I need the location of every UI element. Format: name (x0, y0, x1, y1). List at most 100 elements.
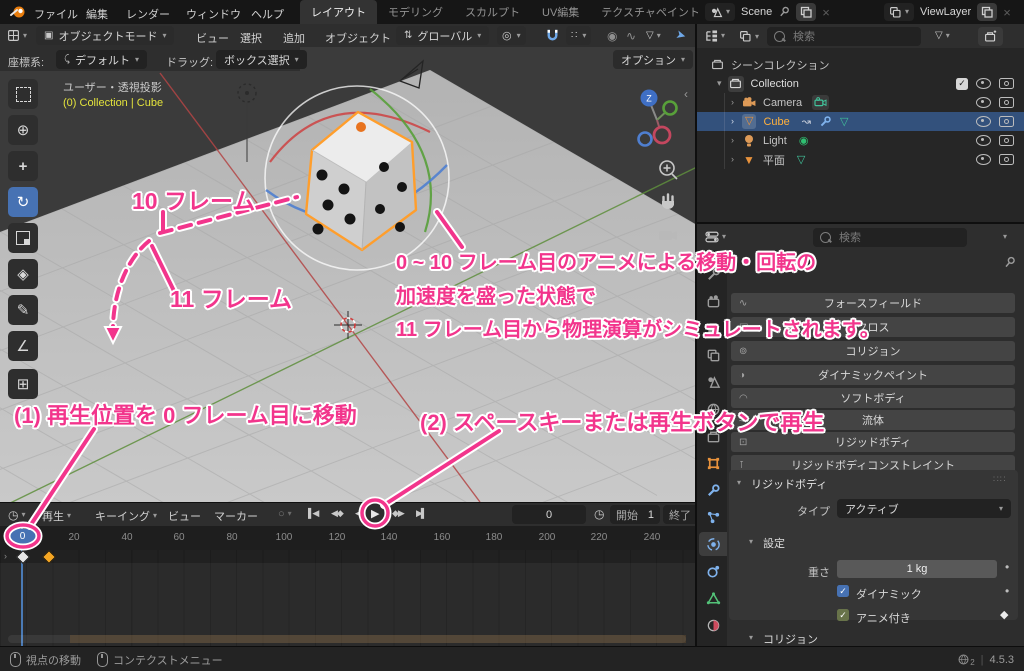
prev-keyframe-button[interactable]: ◀◆ (331, 508, 343, 519)
menu-help[interactable]: ヘルプ (251, 6, 284, 22)
region-collapse-icon[interactable]: ‹ (684, 87, 688, 101)
menu-select[interactable]: 選択 (240, 30, 262, 46)
tool-cursor[interactable]: ⊕ (8, 115, 38, 145)
current-frame-field[interactable]: 0 (512, 505, 586, 524)
chevron-down-icon[interactable]: ▾ (1003, 233, 1007, 241)
scene-selector[interactable]: ▾ Scene × (705, 2, 830, 22)
tool-scale[interactable] (8, 223, 38, 253)
copy-icon[interactable] (800, 6, 812, 18)
section-collapse-icon[interactable]: ▾ (749, 538, 753, 546)
render-visibility-icon[interactable] (999, 154, 1014, 165)
menu-keying[interactable]: キーイング▾ (95, 508, 157, 524)
menu-view-timeline[interactable]: ビュー (168, 508, 201, 524)
properties-tab-viewlayer[interactable] (699, 343, 727, 367)
channel-expand-icon[interactable]: › (4, 551, 7, 561)
mesh-data-icon[interactable]: ▽ (797, 153, 805, 166)
timeline-tracks[interactable] (0, 550, 697, 647)
properties-tab-scene[interactable] (699, 370, 727, 394)
playhead-line[interactable] (21, 527, 23, 647)
new-collection-button[interactable] (978, 27, 1003, 46)
workspace-tab-layout[interactable]: レイアウト (300, 0, 377, 24)
menu-window[interactable]: ウィンドウ (186, 6, 241, 22)
dynamic-checkbox[interactable]: ✓ (837, 585, 849, 597)
tool-add-cube[interactable]: ⊞ (8, 369, 38, 399)
menu-add[interactable]: 追加 (283, 30, 305, 46)
stopwatch-icon[interactable]: ◷ (594, 507, 604, 521)
panel-collapse-icon[interactable]: ▾ (749, 634, 753, 642)
animated-checkbox[interactable]: ✓ (837, 609, 849, 621)
next-keyframe-button[interactable]: ◆▶ (392, 508, 404, 519)
scene-name[interactable]: Scene (741, 6, 772, 18)
jump-to-end-button[interactable]: ▶▌ (416, 508, 425, 519)
pin-icon[interactable] (776, 4, 793, 21)
outliner-row-plane[interactable]: › ▼ 平面 ▽ (697, 150, 1024, 169)
workspace-tab-texpaint[interactable]: テクスチャペイント (590, 0, 698, 24)
play-reverse-button[interactable]: ◀ (355, 508, 362, 519)
dynamic-paint-button[interactable]: ◑ダイナミックペイント (731, 365, 1015, 385)
properties-tab-constraints[interactable] (699, 559, 727, 583)
outliner-row-cube[interactable]: › ▽ Cube ↝ ▽ (697, 112, 1024, 131)
properties-tab-object[interactable] (699, 451, 727, 475)
outliner-row-scene-collection[interactable]: シーンコレクション (697, 55, 1024, 74)
properties-tab-physics[interactable] (699, 532, 727, 556)
rigid-body-panel-title[interactable]: リジッドボディ (751, 476, 827, 492)
close-icon[interactable]: × (822, 5, 830, 20)
exclude-checkbox[interactable]: ✓ (956, 78, 968, 90)
transform-orientation[interactable]: ⇅ グローバル▾ (396, 26, 489, 45)
eye-icon[interactable] (976, 116, 991, 127)
collapse-arrow-icon[interactable]: › (731, 117, 734, 126)
outliner-row-light[interactable]: › Light ◉ (697, 131, 1024, 150)
animation-data-icon[interactable]: ↝ (802, 115, 811, 128)
editor-divider-horizontal[interactable] (697, 222, 1024, 224)
editor-type-button[interactable]: ▾ (7, 29, 27, 42)
keyframe-diamond-icon[interactable]: ◆ (1000, 608, 1008, 621)
drag-dropdown[interactable]: ボックス選択▾ (216, 50, 307, 69)
mass-field[interactable]: 1 kg (837, 560, 997, 578)
pin-icon[interactable] (1000, 253, 1018, 271)
timeline-summary-row[interactable] (0, 550, 697, 563)
menu-edit[interactable]: 編集 (86, 6, 108, 22)
outliner-filter-button[interactable]: ▽▾ (935, 30, 950, 41)
properties-tab-modifiers[interactable] (699, 478, 727, 502)
properties-tab-particles[interactable] (699, 505, 727, 529)
tool-annotate[interactable]: ✎ (8, 295, 38, 325)
expand-arrow-icon[interactable]: ▾ (717, 79, 722, 88)
menu-file[interactable]: ファイル (34, 6, 78, 22)
falloff-curve-icon[interactable]: ∿ (626, 29, 636, 43)
properties-search-input[interactable] (837, 231, 951, 245)
workspace-tab-modeling[interactable]: モデリング (377, 0, 454, 24)
collapse-arrow-icon[interactable]: › (731, 136, 734, 145)
outliner-row-collection[interactable]: ▾ Collection ✓ (697, 74, 1024, 93)
eye-icon[interactable] (976, 135, 991, 146)
play-button[interactable]: ▶ (371, 507, 379, 520)
tool-measure[interactable]: ∠ (8, 331, 38, 361)
proportional-falloff-icon[interactable]: ◉ (607, 29, 617, 43)
render-visibility-icon[interactable] (999, 116, 1014, 127)
animate-dot-icon[interactable]: • (1005, 584, 1009, 598)
active-tool-cursor-icon[interactable]: ➤ (674, 27, 687, 43)
eye-icon[interactable] (976, 97, 991, 108)
collision-panel-title[interactable]: コリジョン (763, 631, 818, 647)
menu-render[interactable]: レンダー (126, 6, 170, 22)
modifier-wrench-icon[interactable] (819, 115, 832, 128)
collision-button[interactable]: ⊚コリジョン (731, 341, 1015, 361)
outliner-search-input[interactable] (791, 30, 905, 44)
close-icon[interactable]: × (1003, 5, 1011, 20)
viewlayer-selector[interactable]: ▾ ViewLayer × (884, 2, 1011, 22)
settings-section-title[interactable]: 設定 (763, 535, 785, 551)
mode-selector[interactable]: ▣ オブジェクトモード▾ (36, 26, 174, 45)
copy-icon[interactable] (981, 6, 993, 18)
menu-marker[interactable]: マーカー (214, 508, 258, 524)
outliner-display-mode-button[interactable]: ▾ (739, 30, 759, 43)
workspace-tab-sculpting[interactable]: スカルプト (454, 0, 531, 24)
current-frame-indicator[interactable]: 0 (9, 529, 36, 544)
camera-data-icon[interactable] (814, 97, 827, 108)
menu-view[interactable]: ビュー (196, 30, 229, 46)
animate-dot-icon[interactable]: • (1005, 560, 1009, 574)
outliner-editor-type-button[interactable]: ▾ (705, 30, 725, 42)
collapse-arrow-icon[interactable]: › (731, 98, 734, 107)
eye-icon[interactable] (976, 78, 991, 89)
timeline-editor-type-button[interactable]: ◷▾ (8, 508, 26, 522)
outliner-search[interactable] (767, 27, 921, 46)
properties-editor-type-button[interactable]: ▾ (705, 231, 726, 243)
